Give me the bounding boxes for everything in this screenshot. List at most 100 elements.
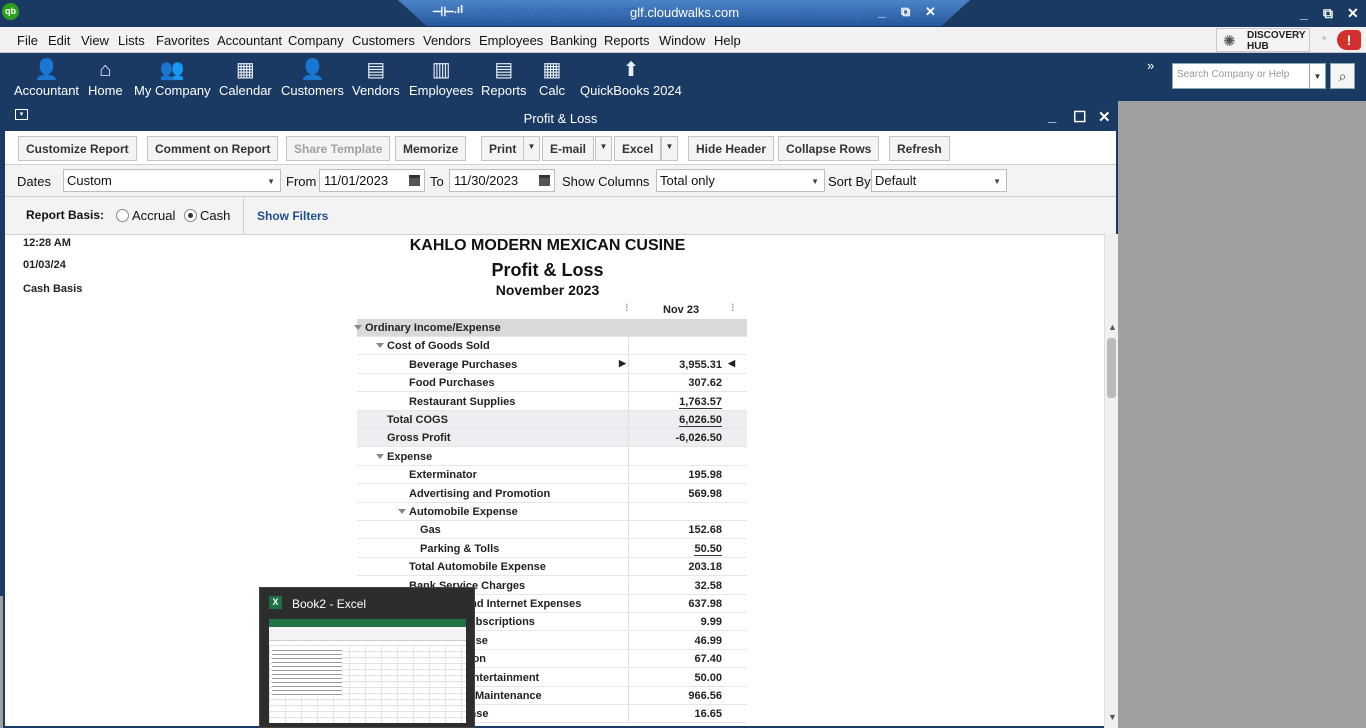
row-amount[interactable]: 203.18 — [688, 561, 722, 573]
cash-radio[interactable] — [184, 209, 197, 222]
collapse-triangle-icon[interactable] — [376, 343, 384, 349]
report-row[interactable]: Automobile Expense — [357, 503, 747, 521]
column-resize-handle[interactable]: ⁝ — [625, 301, 629, 314]
toolbar-home[interactable]: ⌂ Home — [88, 57, 123, 98]
show-columns-select[interactable]: Total only ▼ — [656, 169, 825, 192]
row-amount[interactable]: 1,763.57 — [679, 396, 722, 409]
row-amount[interactable]: 569.98 — [688, 488, 722, 500]
menu-edit[interactable]: Edit — [48, 33, 70, 48]
toolbar-quickbooks-2024[interactable]: ⬆ QuickBooks 2024 — [580, 57, 682, 98]
row-amount[interactable]: 16.65 — [694, 708, 722, 720]
more-chevron-icon[interactable]: » — [1147, 58, 1154, 73]
show-filters-link[interactable]: Show Filters — [257, 209, 328, 223]
toolbar-reports[interactable]: ▤ Reports — [481, 57, 527, 98]
vertical-scrollbar[interactable]: ▲ ▼ — [1104, 234, 1118, 728]
report-row[interactable]: Parking & Tolls 50.50 — [357, 539, 747, 558]
dates-select[interactable]: Custom ▼ — [63, 169, 281, 192]
toolbar-customers[interactable]: 👤 Customers — [281, 57, 344, 98]
row-amount[interactable]: 152.68 — [688, 524, 722, 536]
app-restore-icon[interactable]: ⧉ — [1323, 5, 1333, 22]
toolbar-my-company[interactable]: 👥 My Company — [134, 57, 211, 98]
menu-file[interactable]: File — [17, 33, 38, 48]
report-row[interactable]: Total Automobile Expense 203.18 — [357, 558, 747, 577]
row-amount[interactable]: 32.58 — [694, 580, 722, 592]
menu-window[interactable]: Window — [659, 33, 705, 48]
reminder-clock-icon[interactable]: ◔ — [1318, 31, 1328, 49]
row-amount[interactable]: 67.40 — [694, 653, 722, 665]
accrual-label[interactable]: Accrual — [132, 208, 175, 223]
excel-button[interactable]: Excel — [614, 136, 662, 161]
refresh-button[interactable]: Refresh — [889, 136, 950, 161]
search-input[interactable]: Search Company or Help — [1172, 63, 1310, 89]
report-row[interactable]: Ordinary Income/Expense — [354, 319, 747, 337]
row-amount[interactable]: 50.50 — [694, 543, 722, 556]
customize-report-button[interactable]: Customize Report — [18, 136, 137, 161]
report-row[interactable]: Food Purchases 307.62 — [357, 374, 747, 393]
report-row[interactable]: Cost of Goods Sold — [357, 337, 747, 356]
menu-reports[interactable]: Reports — [604, 33, 650, 48]
row-amount[interactable]: 6,026.50 — [679, 414, 722, 427]
row-amount[interactable]: 966.56 — [688, 690, 722, 702]
search-icon[interactable]: ⌕ — [1330, 63, 1355, 89]
app-minimize-icon[interactable]: _ — [1300, 5, 1308, 21]
calendar-icon[interactable] — [539, 175, 550, 186]
row-amount[interactable]: 9.99 — [701, 616, 722, 628]
row-amount[interactable]: 195.98 — [688, 469, 722, 481]
report-row[interactable]: Advertising and Promotion 569.98 — [357, 484, 747, 503]
scroll-up-icon[interactable]: ▲ — [1108, 322, 1117, 332]
excel-dropdown-icon[interactable]: ▼ — [661, 136, 678, 161]
session-minimize-icon[interactable]: _ — [878, 4, 885, 19]
email-button[interactable]: E-mail — [542, 136, 595, 161]
report-row[interactable]: Gross Profit -6,026.50 — [357, 429, 747, 448]
toolbar-calendar[interactable]: ▦ Calendar — [219, 57, 272, 98]
window-close-icon[interactable]: ✕ — [1098, 108, 1111, 126]
column-nov-23[interactable]: Nov 23 — [663, 304, 699, 316]
scroll-down-icon[interactable]: ▼ — [1108, 712, 1117, 722]
print-button[interactable]: Print — [481, 136, 525, 161]
report-row[interactable]: Expense — [357, 447, 747, 466]
report-row[interactable]: Gas 152.68 — [357, 521, 747, 540]
row-amount[interactable]: 637.98 — [688, 598, 722, 610]
scroll-thumb[interactable] — [1107, 338, 1116, 398]
report-row[interactable]: Exterminator 195.98 — [357, 466, 747, 485]
row-amount[interactable]: 50.00 — [694, 672, 722, 684]
toolbar-calc[interactable]: ▦ Calc — [539, 57, 565, 98]
menu-company[interactable]: Company — [288, 33, 344, 48]
toolbar-accountant[interactable]: 👤 Accountant — [14, 57, 79, 98]
comment-on-report-button[interactable]: Comment on Report — [147, 136, 279, 161]
menu-view[interactable]: View — [81, 33, 109, 48]
app-close-icon[interactable]: ✕ — [1347, 5, 1359, 22]
report-row[interactable]: Restaurant Supplies 1,763.57 — [357, 392, 747, 411]
row-amount[interactable]: 307.62 — [688, 377, 722, 389]
menu-favorites[interactable]: Favorites — [156, 33, 209, 48]
window-minimize-icon[interactable]: _ — [1048, 108, 1056, 125]
discovery-hub-button[interactable]: ✺ DISCOVERY HUB — [1216, 28, 1310, 52]
cash-label[interactable]: Cash — [200, 208, 230, 223]
row-amount[interactable]: -6,026.50 — [676, 432, 722, 444]
menu-customers[interactable]: Customers — [352, 33, 415, 48]
column-resize-handle[interactable]: ⁝ — [731, 301, 735, 314]
menu-employees[interactable]: Employees — [479, 33, 543, 48]
calendar-icon[interactable] — [409, 175, 420, 186]
report-row[interactable]: Total COGS 6,026.50 — [357, 411, 747, 429]
menu-banking[interactable]: Banking — [550, 33, 597, 48]
collapse-rows-button[interactable]: Collapse Rows — [778, 136, 880, 161]
memorize-button[interactable]: Memorize — [395, 136, 467, 161]
row-amount[interactable]: 3,955.31 — [679, 359, 722, 371]
session-close-icon[interactable]: ✕ — [925, 4, 936, 20]
share-template-button[interactable]: Share Template — [286, 136, 391, 161]
toolbar-employees[interactable]: ▥ Employees — [409, 57, 473, 98]
print-dropdown-icon[interactable]: ▼ — [523, 136, 540, 161]
accrual-radio[interactable] — [116, 209, 129, 222]
row-amount[interactable]: 46.99 — [694, 635, 722, 647]
collapse-triangle-icon[interactable] — [376, 453, 384, 459]
collapse-triangle-icon[interactable] — [398, 509, 406, 514]
taskbar-preview-excel[interactable]: X Book2 - Excel — [259, 587, 475, 728]
window-maximize-icon[interactable]: ☐ — [1073, 108, 1086, 126]
menu-vendors[interactable]: Vendors — [423, 33, 471, 48]
sort-by-select[interactable]: Default ▼ — [871, 169, 1007, 192]
collapse-triangle-icon[interactable] — [354, 325, 362, 330]
from-date-field[interactable]: 11/01/2023 — [319, 169, 425, 192]
alert-badge[interactable]: ! — [1337, 30, 1361, 50]
to-date-field[interactable]: 11/30/2023 — [449, 169, 555, 192]
